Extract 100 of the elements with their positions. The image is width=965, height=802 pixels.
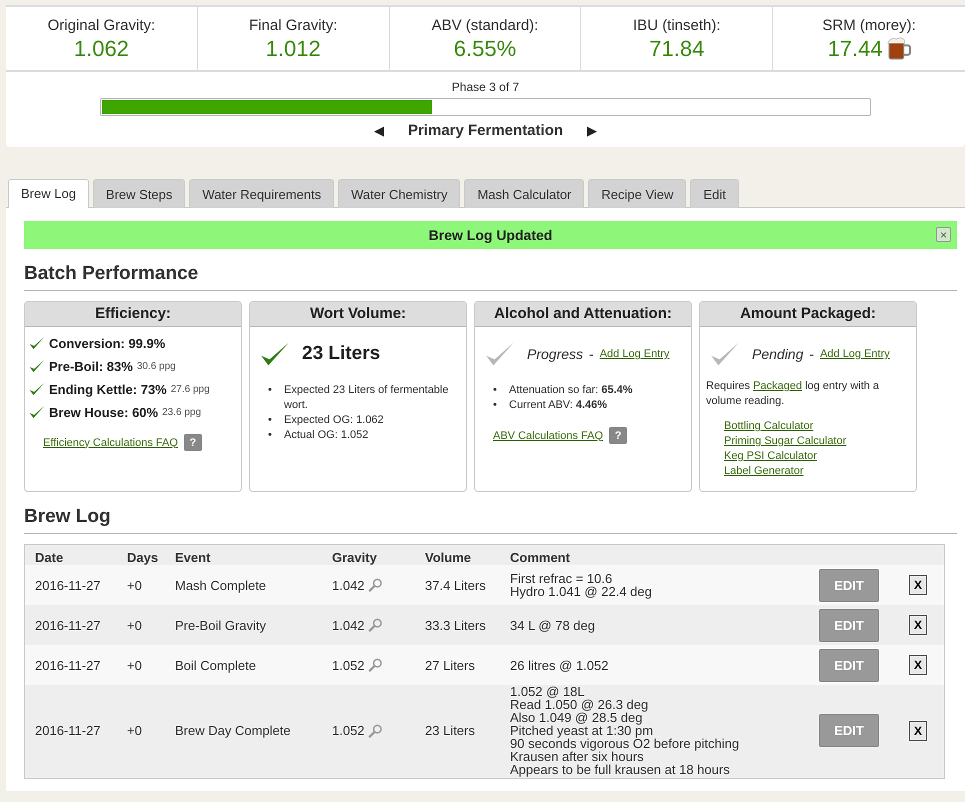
separator-text: - [809, 346, 814, 362]
bullet-mark: • [268, 383, 273, 398]
stat-label: Final Gravity: [249, 17, 338, 34]
previous-phase-button[interactable]: ◀ [364, 123, 394, 138]
add-log-entry-link[interactable]: Add Log Entry [820, 348, 890, 360]
comment-line: Pitched yeast at 1:30 pm [510, 724, 654, 737]
tab[interactable]: Water Chemistry [338, 179, 460, 208]
faq-link[interactable]: Efficiency Calculations FAQ [43, 436, 178, 448]
tab[interactable]: Recipe View [588, 179, 686, 208]
card-title: Wort Volume: [250, 302, 466, 327]
gravity-value: 1.052 [332, 658, 365, 672]
table-cell-text: Pre-Boil Gravity [174, 618, 268, 632]
requirement-text: Requires Packaged log entry with a volume reading. [706, 379, 880, 409]
card-title: Efficiency: [25, 302, 241, 327]
comment-line: Also 1.049 @ 28.5 deg [510, 711, 642, 724]
close-button[interactable]: × [936, 227, 951, 242]
status-text: Pending [752, 346, 804, 362]
efficiency-value: Conversion: 99.9% [49, 336, 166, 350]
tab[interactable]: Mash Calculator [464, 179, 584, 208]
stat-label: IBU (tinseth): [633, 17, 721, 34]
section-heading: Batch Performance [24, 263, 957, 291]
stat-value: 17.44 [828, 35, 883, 63]
table-cell-text: 2016-11-27 [34, 618, 102, 632]
phase-label: Phase 3 of 7 [452, 80, 520, 94]
delete-button[interactable]: X [909, 655, 927, 675]
gravity-value: 1.052 [332, 723, 365, 738]
table-cell-text: 2016-11-27 [34, 723, 102, 738]
table-cell-text: 27 Liters [424, 658, 476, 672]
column-header: Event [174, 549, 212, 565]
packaged-link[interactable]: Packaged [753, 380, 802, 392]
comment-line: Hydro 1.041 @ 22.4 deg [510, 585, 653, 598]
stat-value: 6.55% [454, 35, 516, 63]
table-cell-text: Boil Complete [174, 658, 257, 672]
next-phase-button[interactable]: ▶ [577, 123, 608, 138]
tab[interactable]: Brew Log [8, 179, 89, 208]
delete-button[interactable]: X [909, 575, 927, 595]
comment-line: Read 1.050 @ 26.3 deg [510, 698, 650, 711]
magnifier-icon[interactable] [368, 618, 382, 632]
bullet-text: Current ABV: 4.46% [509, 398, 608, 413]
bullet-mark: • [493, 383, 498, 398]
comment-line: First refrac = 10.6 [510, 572, 614, 585]
delete-button[interactable]: X [909, 615, 927, 635]
bullet-mark: • [268, 428, 273, 443]
separator-text: - [589, 346, 594, 362]
tab[interactable]: Water Requirements [189, 179, 334, 208]
bullet-text: Expected 23 Liters of fermentable wort. [284, 383, 450, 413]
bullet-mark: • [493, 398, 498, 413]
magnifier-icon[interactable] [368, 724, 382, 738]
phase-name: Primary Fermentation [408, 122, 564, 139]
bullet-mark: • [268, 413, 273, 428]
comment-line: 34 L @ 78 deg [510, 618, 596, 632]
calculator-link[interactable]: Priming Sugar Calculator [724, 434, 912, 449]
column-header: Volume [424, 549, 472, 565]
tab[interactable]: Edit [690, 179, 739, 208]
ppg-value: 27.6 ppg [170, 384, 210, 394]
add-log-entry-link[interactable]: Add Log Entry [600, 348, 670, 360]
magnifier-icon[interactable] [368, 658, 382, 672]
ppg-value: 30.6 ppg [136, 360, 176, 372]
efficiency-value: Brew House: 60% [49, 404, 158, 420]
efficiency-value: Pre-Boil: 83% [49, 358, 133, 374]
section-heading: Brew Log [24, 506, 957, 534]
faq-link[interactable]: ABV Calculations FAQ [493, 430, 604, 442]
help-button[interactable]: ? [184, 434, 202, 451]
help-button[interactable]: ? [609, 427, 628, 444]
comment-line: Krausen after six hours [510, 750, 645, 763]
calculator-link[interactable]: Label Generator [724, 464, 912, 479]
column-header: Comment [509, 549, 571, 565]
magnifier-icon[interactable] [368, 578, 382, 592]
ppg-value: 23.6 ppg [162, 406, 202, 418]
delete-button[interactable]: X [909, 720, 927, 740]
table-cell-text: +0 [126, 723, 143, 738]
calculator-link[interactable]: Keg PSI Calculator [724, 449, 912, 464]
table-cell-text: 33.3 Liters [424, 618, 487, 632]
notice-text: Brew Log Updated [428, 227, 552, 243]
stat-label: ABV (standard): [432, 17, 538, 34]
bullet-text: Attenuation so far: 65.4% [509, 383, 633, 398]
gravity-value: 1.042 [332, 578, 365, 592]
stat-label: Original Gravity: [48, 17, 156, 34]
column-header: Gravity [331, 549, 378, 565]
table-cell-text: +0 [126, 618, 143, 632]
card-title: Alcohol and Attenuation: [475, 302, 691, 327]
table-cell-text: 23 Liters [424, 723, 476, 738]
tab[interactable]: Brew Steps [92, 179, 186, 208]
volume-value: 23 Liters [302, 343, 380, 365]
table-cell-text: Brew Day Complete [174, 723, 292, 738]
table-cell-text: +0 [126, 578, 143, 592]
table-cell-text: 2016-11-27 [34, 578, 102, 592]
table-cell-text: Mash Complete [174, 578, 268, 592]
stat-value: 1.012 [266, 35, 321, 63]
comment-line: 90 seconds vigorous O2 before pitching [510, 737, 740, 750]
bullet-text: Expected OG: 1.062 [284, 413, 384, 428]
column-header: Date [34, 549, 64, 565]
gravity-value: 1.042 [332, 618, 365, 632]
column-header: Days [126, 549, 160, 565]
card-title: Amount Packaged: [700, 302, 916, 327]
calculator-link[interactable]: Bottling Calculator [724, 419, 912, 434]
status-text: Progress [527, 346, 584, 362]
efficiency-value: Ending Kettle: 73% [49, 382, 167, 396]
comment-line: 26 litres @ 1.052 [510, 658, 610, 672]
stat-value: 1.062 [74, 35, 129, 63]
